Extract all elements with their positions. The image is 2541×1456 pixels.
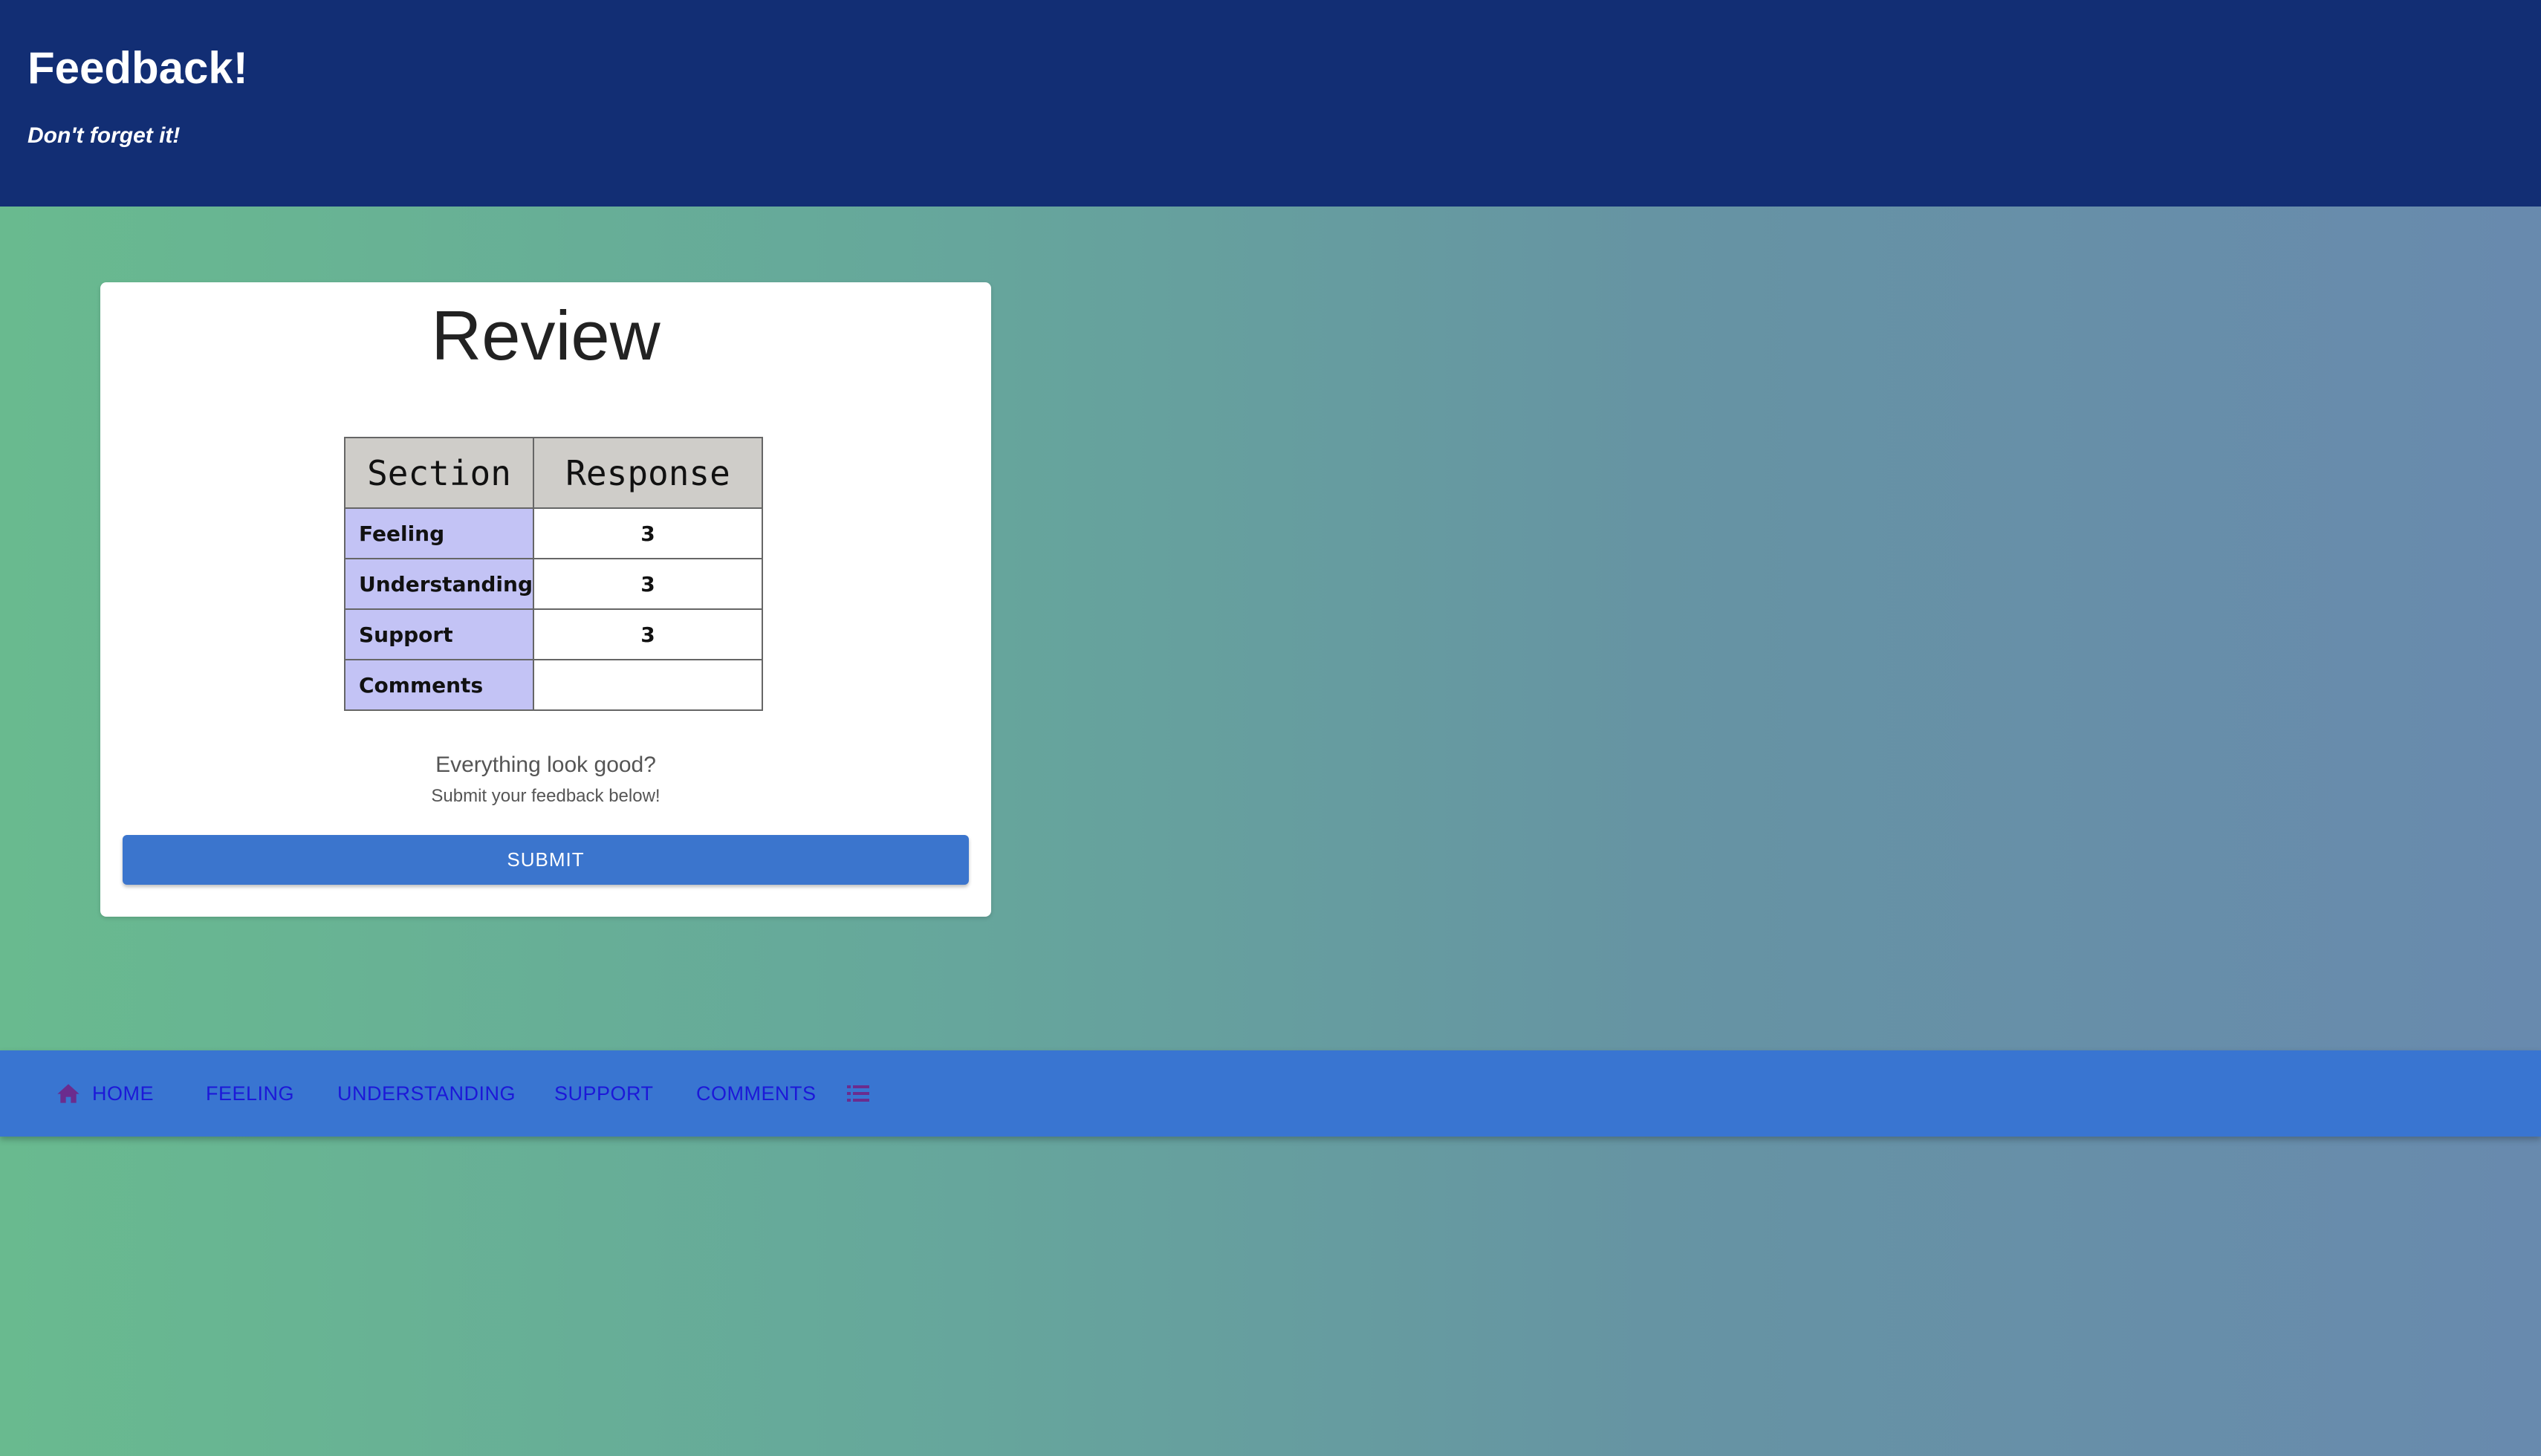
home-icon	[56, 1083, 80, 1104]
section-cell: Comments	[343, 659, 535, 711]
nav-support-label: SUPPORT	[554, 1082, 654, 1105]
nav-feeling[interactable]: FEELING	[206, 1050, 294, 1137]
review-table: Section Response Feeling 3 Understanding…	[343, 437, 764, 711]
app-subtitle: Don't forget it!	[27, 123, 181, 148]
nav-feeling-label: FEELING	[206, 1082, 295, 1105]
nav-support[interactable]: SUPPORT	[554, 1050, 654, 1137]
nav-comments[interactable]: COMMENTS	[696, 1050, 817, 1137]
table-row: Understanding 3	[343, 558, 764, 610]
bottom-nav: HOME FEELING UNDERSTANDING SUPPORT COMME…	[0, 1050, 2541, 1137]
submit-button[interactable]: SUBMIT	[123, 835, 969, 885]
response-cell: 3	[533, 507, 764, 559]
nav-understanding[interactable]: UNDERSTANDING	[337, 1050, 516, 1137]
confirm-question: Everything look good?	[435, 753, 656, 777]
column-header-response: Response	[533, 437, 764, 509]
section-cell: Feeling	[343, 507, 535, 559]
section-cell: Understanding	[343, 558, 535, 610]
app-title: Feedback!	[27, 43, 248, 93]
nav-home[interactable]: HOME	[56, 1050, 154, 1137]
review-title: Review	[431, 296, 661, 374]
nav-home-label: HOME	[92, 1082, 154, 1105]
table-row: Feeling 3	[343, 507, 764, 559]
nav-comments-label: COMMENTS	[696, 1082, 817, 1105]
app-header: Feedback! Don't forget it!	[0, 0, 2541, 207]
table-header-row: Section Response	[343, 437, 764, 509]
response-cell: 3	[533, 608, 764, 660]
column-header-section: Section	[343, 437, 535, 509]
section-cell: Support	[343, 608, 535, 660]
list-icon	[847, 1084, 869, 1103]
nav-list[interactable]	[847, 1050, 869, 1137]
table-row: Comments	[343, 659, 764, 711]
response-cell	[533, 659, 764, 711]
response-cell: 3	[533, 558, 764, 610]
table-row: Support 3	[343, 608, 764, 660]
nav-understanding-label: UNDERSTANDING	[337, 1082, 516, 1105]
confirm-note: Submit your feedback below!	[431, 786, 661, 806]
